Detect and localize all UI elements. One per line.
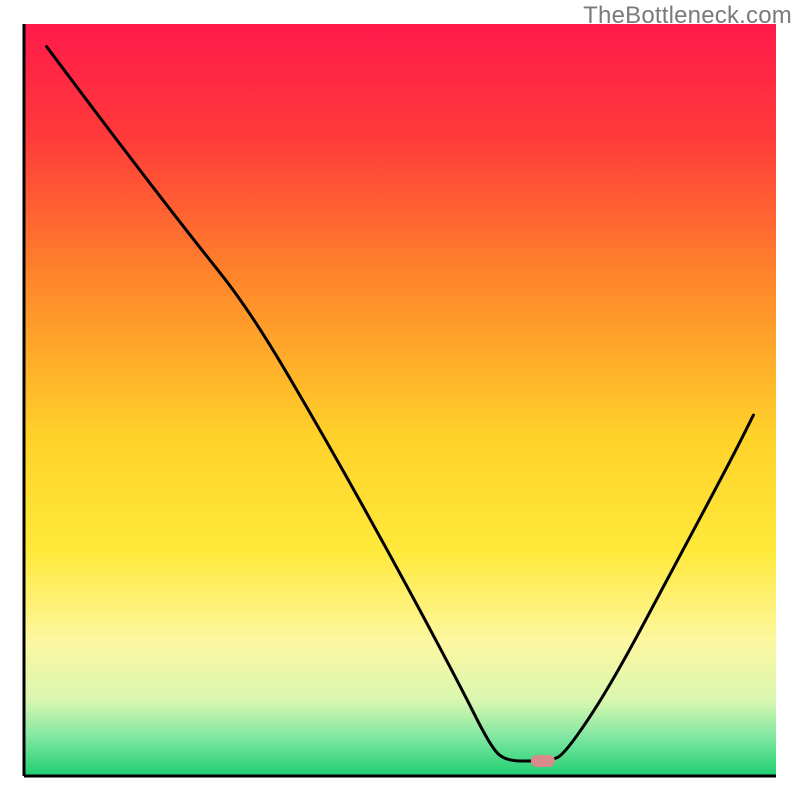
gradient-background xyxy=(24,24,776,776)
chart-svg xyxy=(0,0,800,800)
watermark-text: TheBottleneck.com xyxy=(583,2,792,30)
optimal-point-marker xyxy=(531,755,555,767)
bottleneck-chart: TheBottleneck.com xyxy=(0,0,800,800)
